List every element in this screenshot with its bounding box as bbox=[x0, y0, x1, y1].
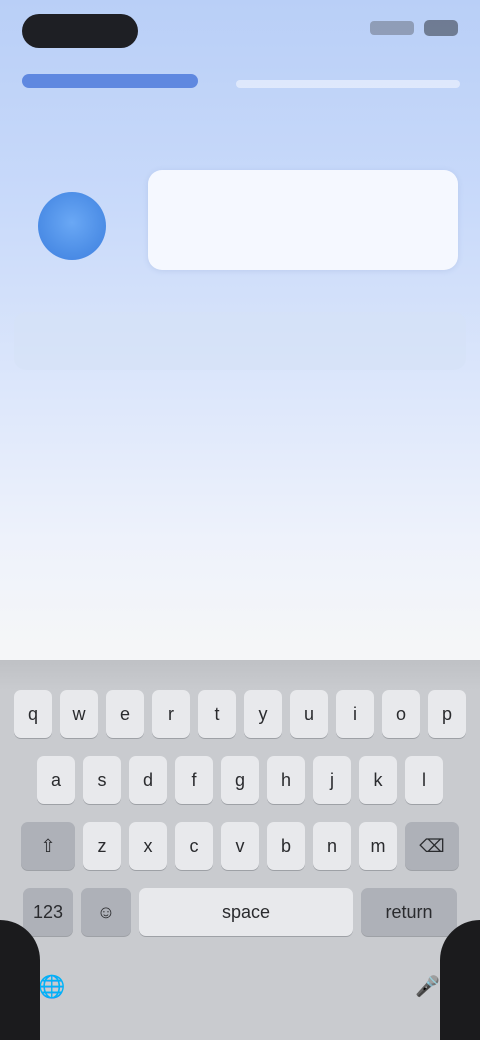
key-k[interactable]: k bbox=[359, 756, 397, 804]
key-i[interactable]: i bbox=[336, 690, 374, 738]
device-corner-right bbox=[440, 920, 480, 1040]
key-n[interactable]: n bbox=[313, 822, 351, 870]
numbers-key[interactable]: 123 bbox=[23, 888, 73, 936]
key-p[interactable]: p bbox=[428, 690, 466, 738]
key-g[interactable]: g bbox=[221, 756, 259, 804]
prompt-card[interactable] bbox=[14, 312, 466, 370]
key-o[interactable]: o bbox=[382, 690, 420, 738]
key-w[interactable]: w bbox=[60, 690, 98, 738]
key-t[interactable]: t bbox=[198, 690, 236, 738]
delete-icon[interactable]: ⌫ bbox=[405, 822, 459, 870]
key-q[interactable]: q bbox=[14, 690, 52, 738]
assistant-avatar-icon bbox=[38, 192, 106, 260]
back-link[interactable] bbox=[22, 74, 198, 88]
keyboard-row-4: 123 ☺ space return bbox=[0, 888, 480, 936]
key-e[interactable]: e bbox=[106, 690, 144, 738]
header bbox=[22, 68, 460, 98]
key-a[interactable]: a bbox=[37, 756, 75, 804]
status-bar bbox=[0, 0, 480, 64]
key-f[interactable]: f bbox=[175, 756, 213, 804]
key-v[interactable]: v bbox=[221, 822, 259, 870]
key-c[interactable]: c bbox=[175, 822, 213, 870]
header-title bbox=[236, 80, 460, 88]
battery-icon bbox=[424, 20, 458, 36]
key-x[interactable]: x bbox=[129, 822, 167, 870]
key-j[interactable]: j bbox=[313, 756, 351, 804]
key-b[interactable]: b bbox=[267, 822, 305, 870]
space-key[interactable]: space bbox=[139, 888, 353, 936]
keyboard-bottom-bar: 🌐 🎤 bbox=[0, 952, 480, 1040]
emoji-icon[interactable]: ☺ bbox=[81, 888, 131, 936]
signal-icon bbox=[370, 21, 414, 35]
key-u[interactable]: u bbox=[290, 690, 328, 738]
key-l[interactable]: l bbox=[405, 756, 443, 804]
keyboard-row-2: a s d f g h j k l bbox=[0, 756, 480, 804]
key-d[interactable]: d bbox=[129, 756, 167, 804]
keyboard-top-edge bbox=[0, 660, 480, 690]
return-key[interactable]: return bbox=[361, 888, 457, 936]
chat-bubble bbox=[148, 170, 458, 270]
device-corner-left bbox=[0, 920, 40, 1040]
key-h[interactable]: h bbox=[267, 756, 305, 804]
status-indicators bbox=[370, 20, 458, 36]
keyboard: q w e r t y u i o p a s d f g h j k l ⇧ … bbox=[0, 660, 480, 1040]
shift-icon[interactable]: ⇧ bbox=[21, 822, 75, 870]
microphone-icon[interactable]: 🎤 bbox=[415, 974, 440, 999]
key-y[interactable]: y bbox=[244, 690, 282, 738]
keyboard-row-3: ⇧ z x c v b n m ⌫ bbox=[0, 822, 480, 870]
keyboard-row-1: q w e r t y u i o p bbox=[0, 690, 480, 738]
key-z[interactable]: z bbox=[83, 822, 121, 870]
globe-icon[interactable]: 🌐 bbox=[38, 974, 65, 1000]
status-time-pill bbox=[22, 14, 138, 48]
key-m[interactable]: m bbox=[359, 822, 397, 870]
chat-message-row bbox=[30, 170, 458, 280]
key-s[interactable]: s bbox=[83, 756, 121, 804]
key-r[interactable]: r bbox=[152, 690, 190, 738]
